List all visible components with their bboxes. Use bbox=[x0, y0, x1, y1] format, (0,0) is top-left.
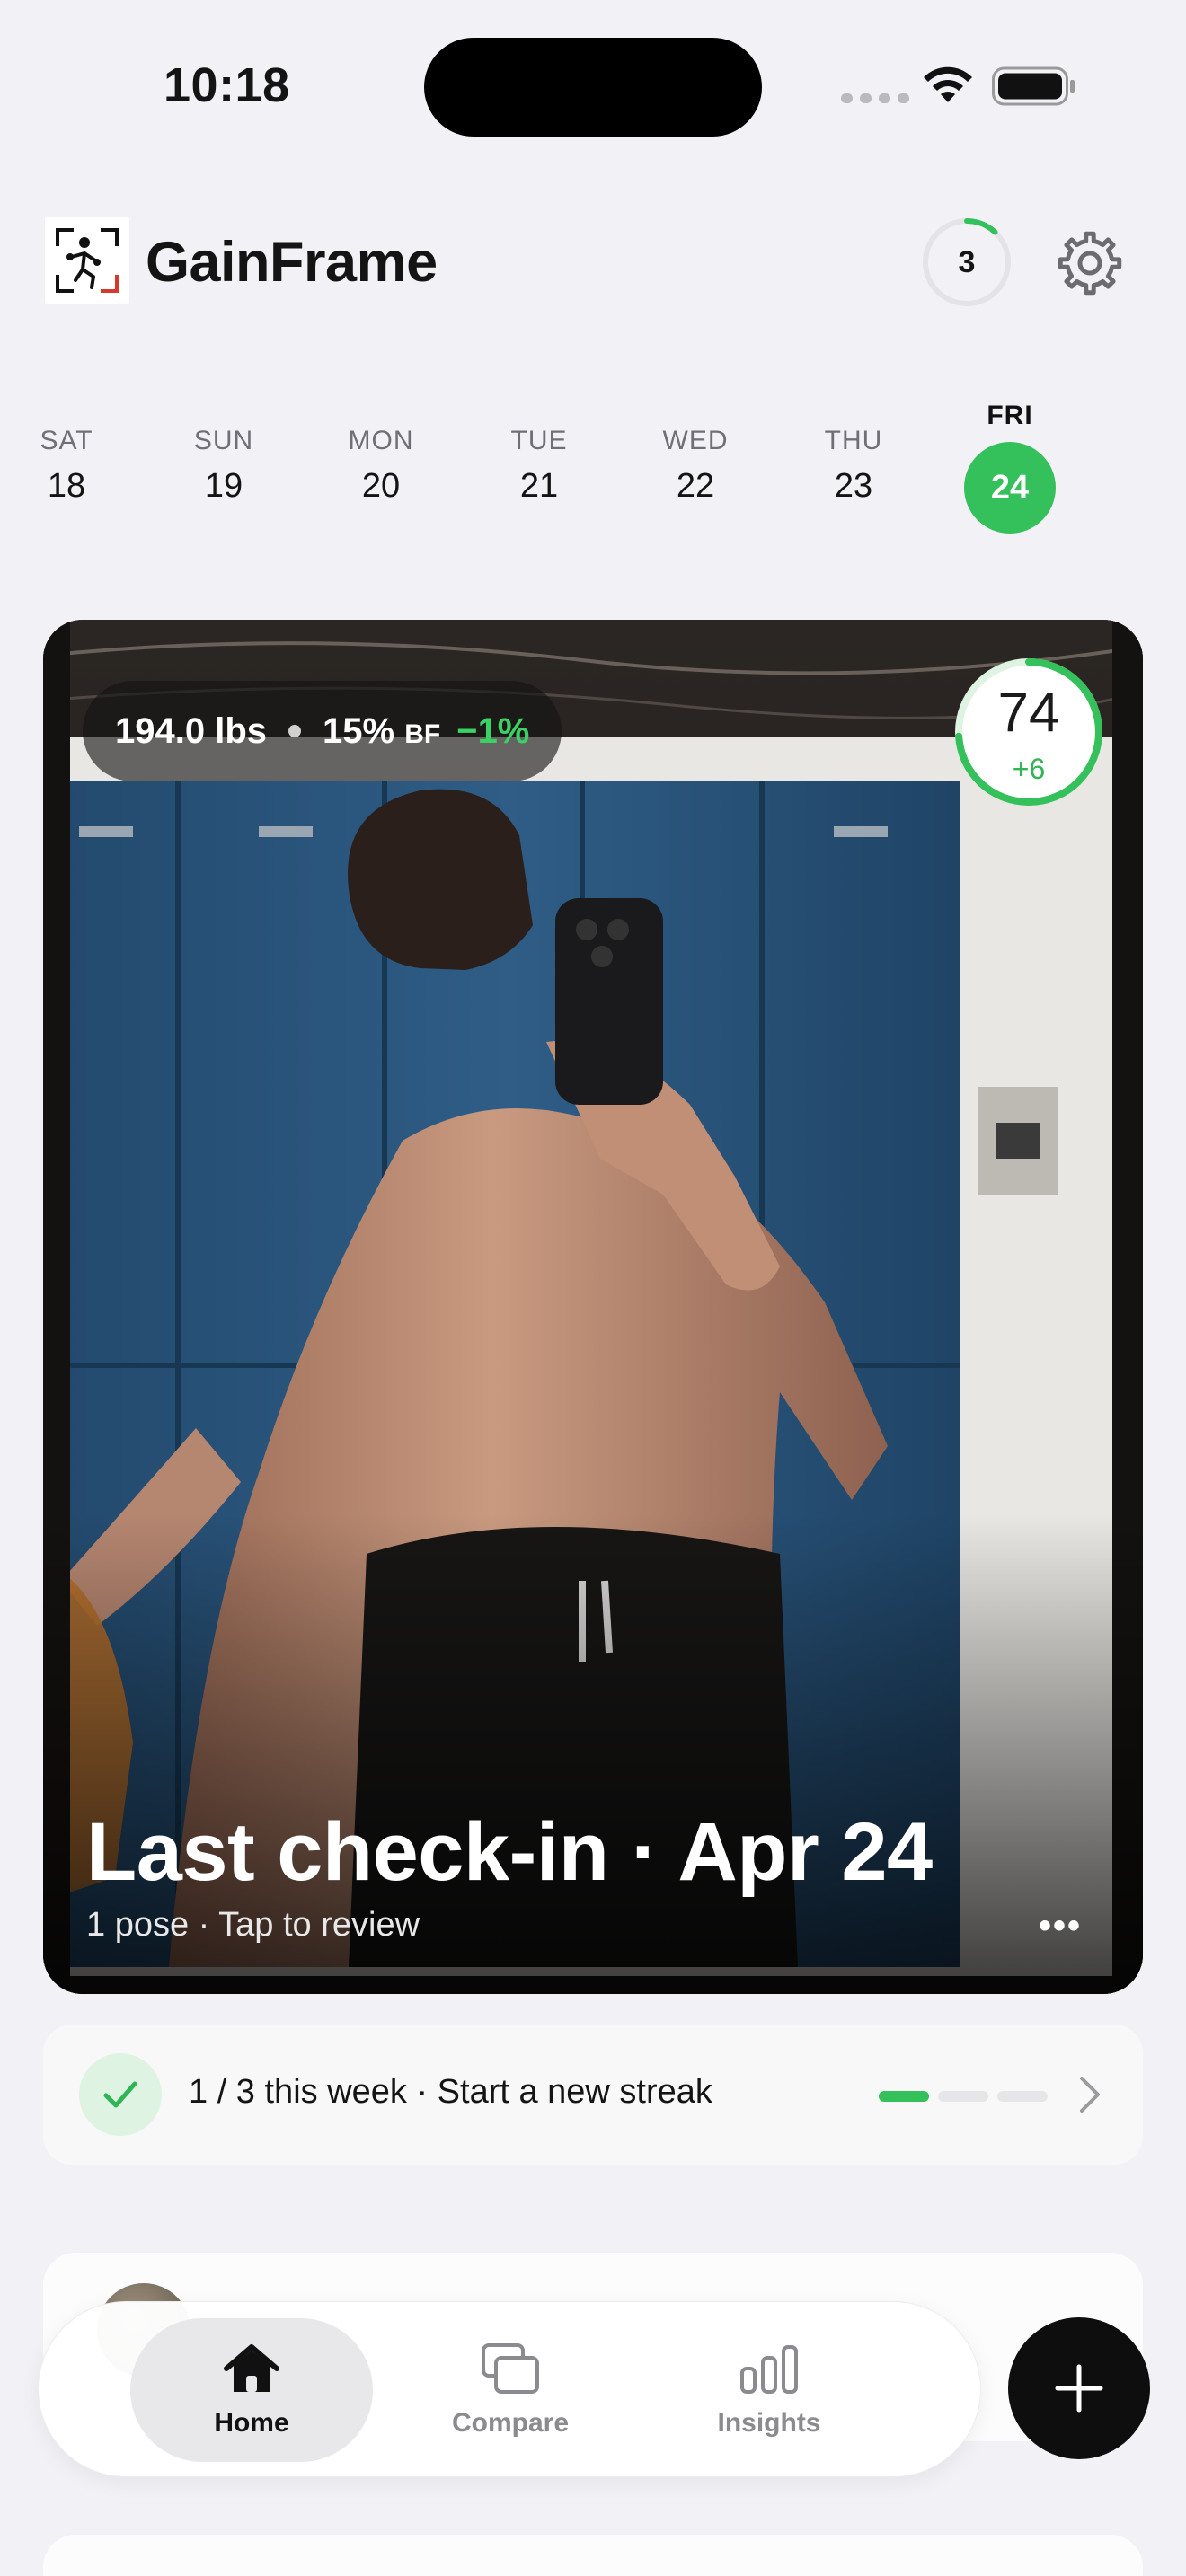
stats-pill: 194.0 lbs 15% BF −1% bbox=[83, 681, 562, 781]
tab-bar: Home Compare Insights bbox=[38, 2301, 981, 2477]
gear-icon[interactable] bbox=[1055, 228, 1125, 298]
day-fri[interactable]: FRI 24 bbox=[956, 401, 1064, 534]
day-date: 23 bbox=[834, 467, 873, 505]
day-mon[interactable]: MON 20 bbox=[327, 426, 435, 506]
day-thu[interactable]: THU 23 bbox=[800, 426, 907, 506]
weekly-progress-text: 1 / 3 this week · Start a new streak bbox=[189, 2073, 712, 2111]
weight-value: 194.0 lbs bbox=[115, 710, 268, 751]
progress-segment bbox=[938, 2091, 988, 2102]
progress-segment bbox=[879, 2091, 929, 2102]
home-icon bbox=[224, 2344, 279, 2392]
cellular-signal-icon bbox=[841, 93, 909, 103]
day-name: SUN bbox=[193, 426, 254, 455]
day-sun[interactable]: SUN 19 bbox=[170, 426, 278, 506]
add-checkin-button[interactable] bbox=[1008, 2317, 1150, 2459]
day-wed[interactable]: WED 22 bbox=[642, 426, 749, 506]
app-logo bbox=[45, 217, 129, 304]
day-date: 20 bbox=[361, 467, 401, 505]
day-date: 18 bbox=[47, 467, 86, 505]
separator-dot bbox=[288, 725, 302, 737]
day-name: THU bbox=[824, 426, 883, 455]
wifi-icon bbox=[924, 66, 972, 102]
tab-insights[interactable]: Insights bbox=[648, 2318, 890, 2462]
battery-icon bbox=[992, 66, 1075, 106]
day-name: FRI bbox=[987, 401, 1033, 430]
streak-count: 3 bbox=[958, 244, 976, 279]
card-subtitle: 1 pose · Tap to review bbox=[86, 1906, 420, 1944]
dynamic-island bbox=[424, 38, 762, 137]
day-name: MON bbox=[348, 426, 414, 455]
score-delta: +6 bbox=[1012, 753, 1046, 785]
day-date: 19 bbox=[204, 467, 243, 505]
day-date: 21 bbox=[519, 467, 559, 505]
score-value: 74 bbox=[997, 682, 1060, 744]
compare-icon bbox=[482, 2343, 539, 2394]
insights-icon bbox=[740, 2345, 798, 2394]
progress-segment bbox=[997, 2091, 1048, 2102]
body-fat-delta: −1% bbox=[456, 710, 530, 751]
check-icon bbox=[79, 2053, 162, 2136]
day-name: WED bbox=[662, 426, 729, 455]
day-name: TUE bbox=[510, 426, 568, 455]
tab-label: Insights bbox=[717, 2408, 821, 2438]
day-date: 24 bbox=[964, 442, 1056, 534]
progress-photo bbox=[43, 620, 1143, 1994]
more-options-button[interactable]: ••• bbox=[1039, 1906, 1082, 1946]
tab-label: Home bbox=[214, 2408, 289, 2438]
history-card[interactable] bbox=[43, 2535, 1143, 2576]
tab-home[interactable]: Home bbox=[130, 2318, 373, 2462]
tab-compare[interactable]: Compare bbox=[389, 2318, 632, 2462]
day-date: 22 bbox=[676, 467, 715, 505]
home-screen: 10:18 GainFrame 3 SAT 18 SUN 19 MON 20 T… bbox=[0, 0, 1186, 2576]
app-title: GainFrame bbox=[146, 231, 438, 294]
status-time: 10:18 bbox=[164, 58, 290, 112]
plus-icon bbox=[1055, 2364, 1103, 2413]
chevron-right-icon[interactable] bbox=[1076, 2071, 1103, 2118]
last-checkin-card[interactable]: 194.0 lbs 15% BF −1% 74 +6 Last check-in… bbox=[43, 620, 1143, 1994]
weekly-progress-row[interactable]: 1 / 3 this week · Start a new streak bbox=[43, 2025, 1143, 2165]
day-sat[interactable]: SAT 18 bbox=[13, 426, 120, 506]
tab-label: Compare bbox=[451, 2408, 570, 2438]
score-badge[interactable]: 74 +6 bbox=[952, 656, 1105, 808]
body-fat-value: 15% BF bbox=[323, 710, 441, 751]
day-name: SAT bbox=[40, 426, 93, 455]
day-tue[interactable]: TUE 21 bbox=[485, 426, 593, 506]
card-title: Last check-in · Apr 24 bbox=[86, 1806, 933, 1898]
